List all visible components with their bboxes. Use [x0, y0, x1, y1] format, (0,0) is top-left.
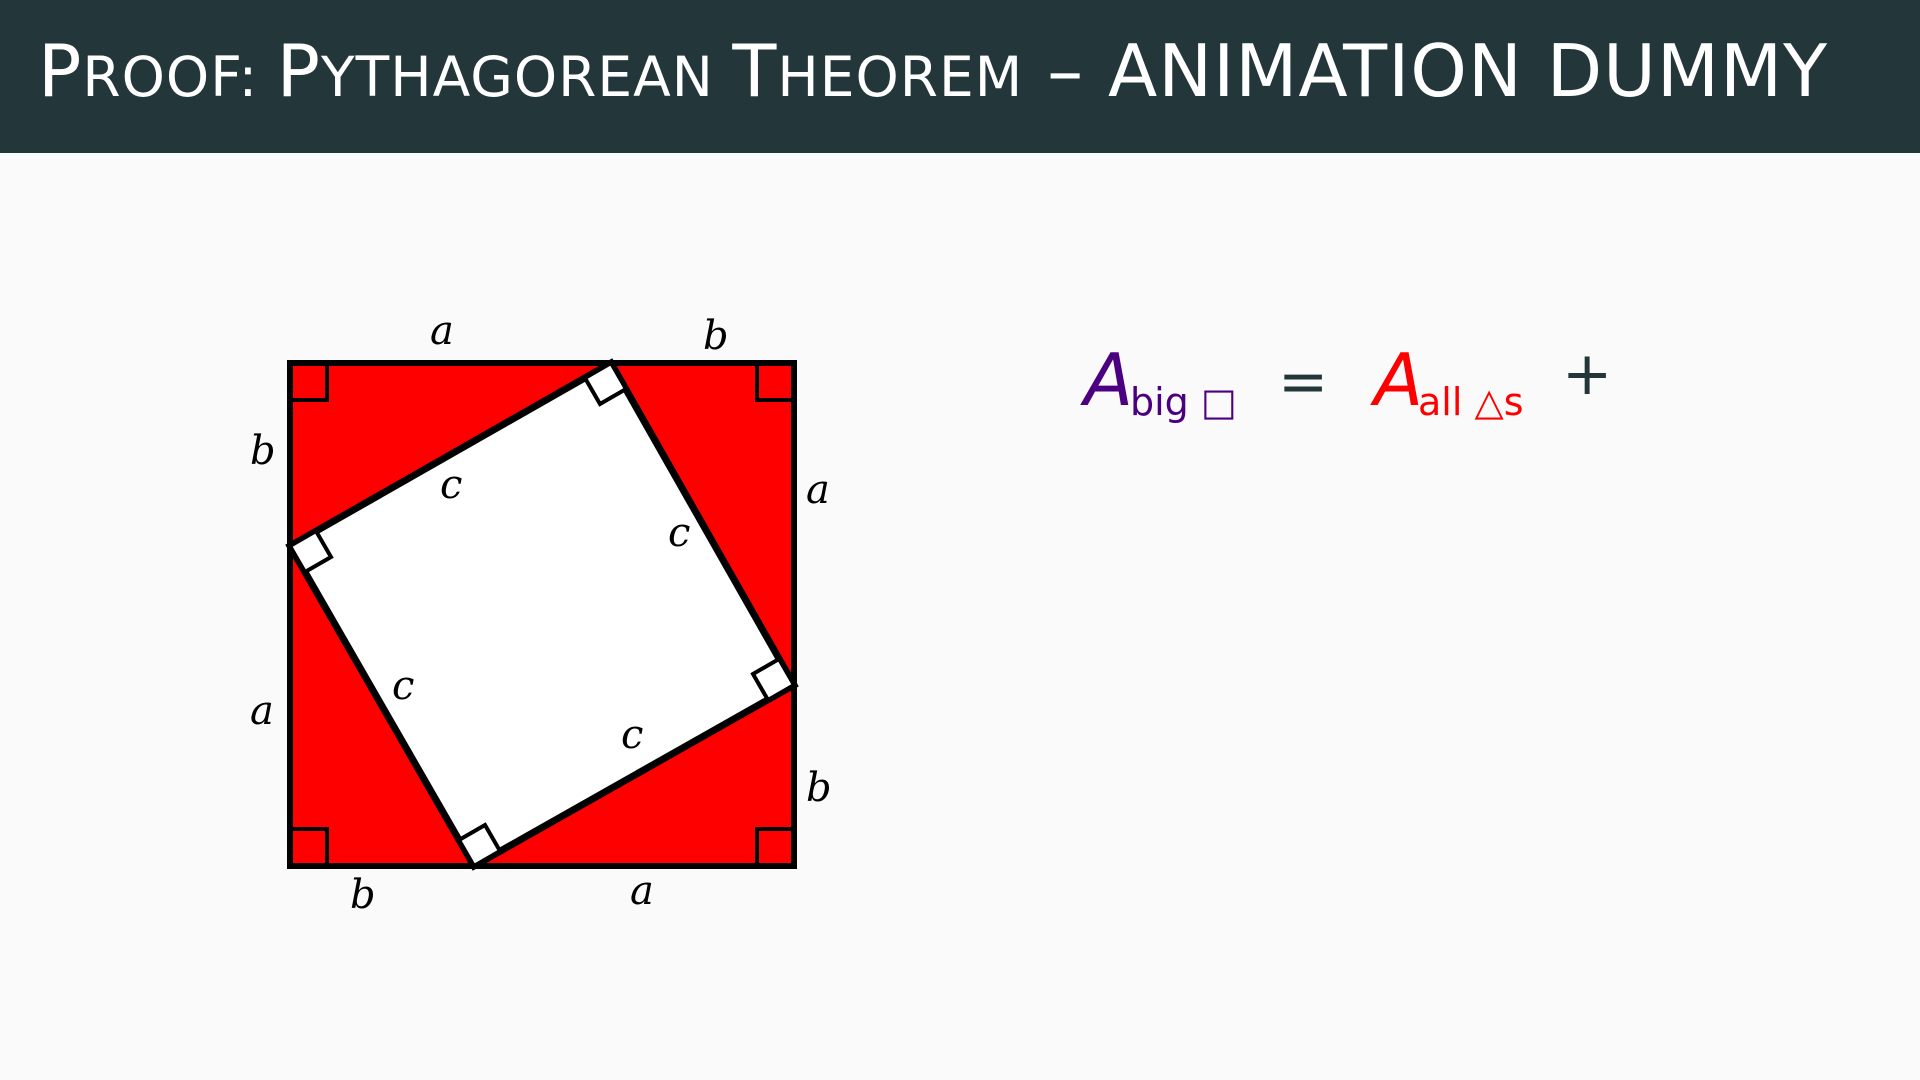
label-hyp-bottom: c: [621, 712, 643, 758]
label-top-a: a: [430, 308, 454, 354]
equals-sign: =: [1278, 347, 1329, 417]
pythagorean-diagram: a b b a a b b a c c c c: [250, 308, 832, 918]
label-hyp-left: c: [392, 663, 414, 709]
triangles-area-subscript: all △s: [1418, 380, 1524, 424]
label-left-a: a: [250, 688, 274, 734]
label-hyp-right: c: [668, 510, 690, 556]
big-square-area-symbol: A: [1084, 338, 1134, 422]
triangles-area-symbol: A: [1374, 338, 1424, 422]
label-bottom-a: a: [630, 868, 654, 914]
label-top-b: b: [703, 313, 729, 359]
label-bottom-b: b: [350, 872, 376, 918]
slide: Proof: Pythagorean Theorem – ANIMATION D…: [0, 0, 1920, 1080]
label-hyp-top: c: [440, 462, 462, 508]
label-right-a: a: [806, 467, 830, 513]
plus-sign: +: [1562, 339, 1613, 409]
big-square-area-subscript: big □: [1130, 380, 1237, 424]
label-right-b: b: [806, 765, 832, 811]
label-left-b: b: [250, 428, 276, 474]
